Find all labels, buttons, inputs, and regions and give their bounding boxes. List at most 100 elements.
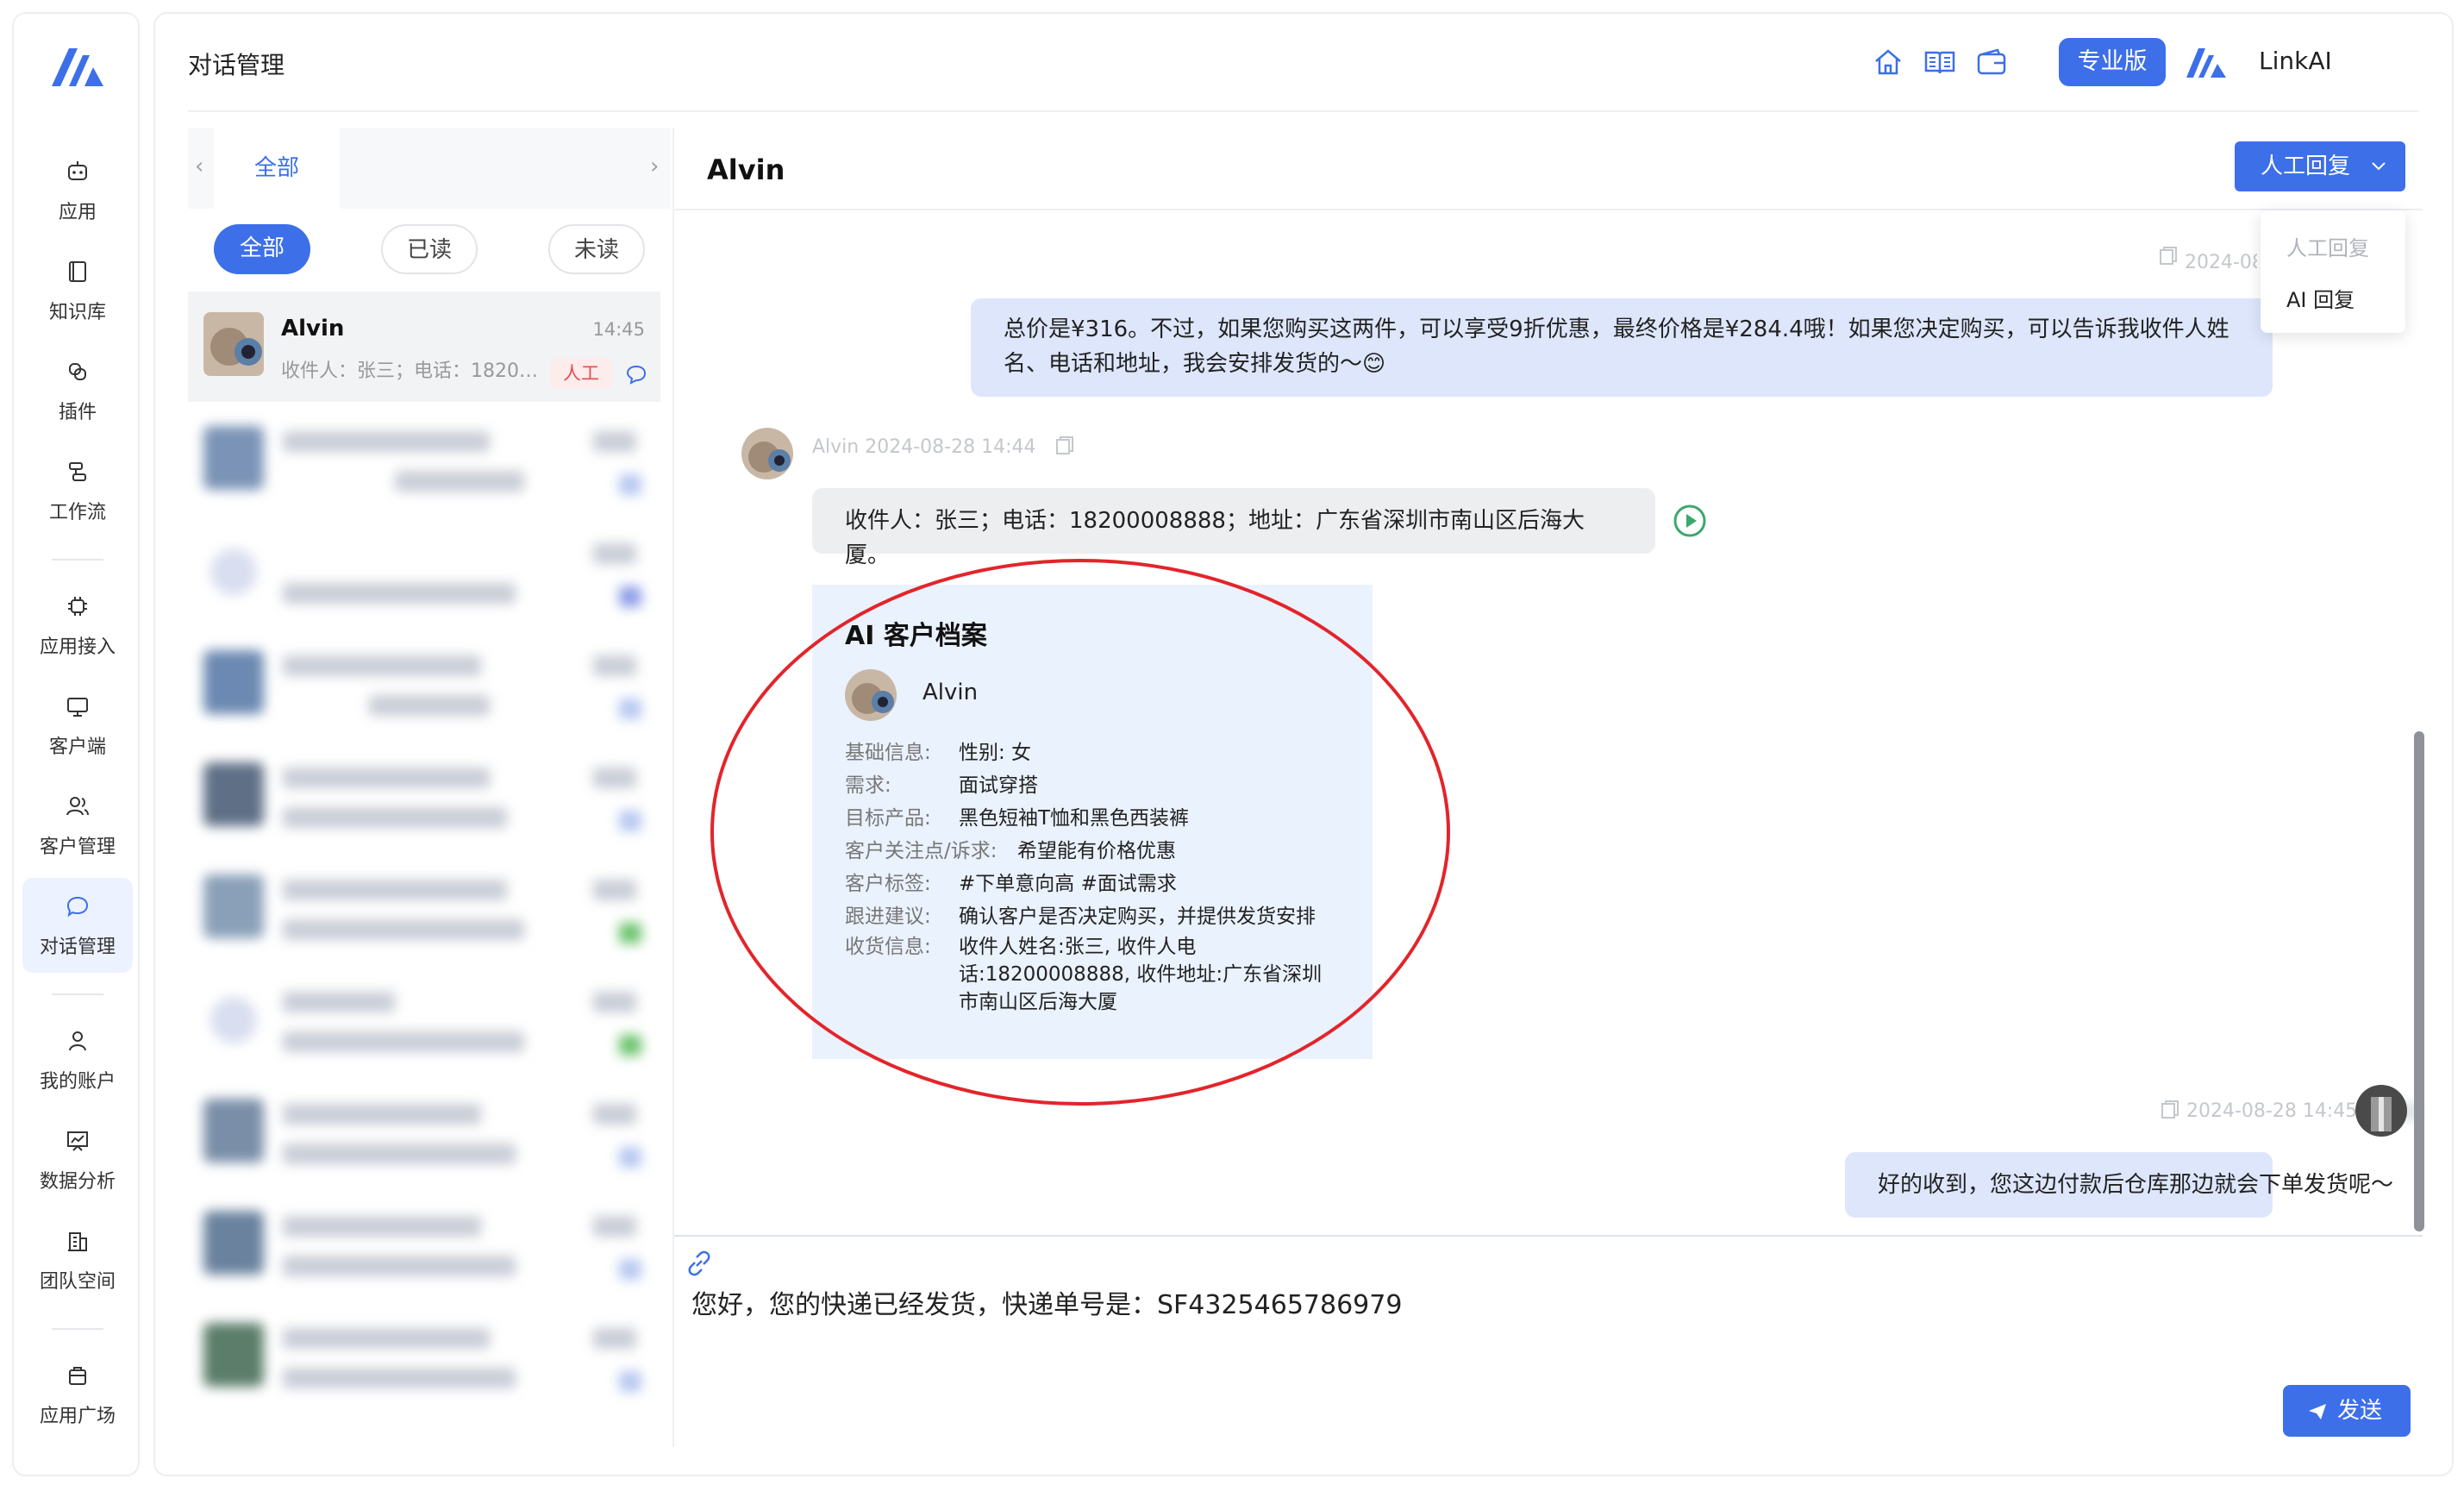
chevron-right-icon[interactable]: › (650, 154, 659, 179)
robot-icon (68, 161, 87, 180)
sidebar-item-analytics[interactable]: 数据分析 (22, 1112, 133, 1207)
copy-icon[interactable] (2159, 1099, 2181, 1121)
sidebar-item-client[interactable]: 客户端 (22, 678, 133, 773)
chat-panel: Alvin 人工回复 人工回复 AI 回复 2024-08-28 14:44 王… (672, 128, 2424, 1447)
list-item[interactable] (188, 1078, 660, 1188)
message-bubble-outgoing: 总价是¥316。不过，如果您购买这两件，可以享受9折优惠，最终价格是¥284.4… (971, 298, 2273, 397)
sidebar-item-label: 应用 (58, 202, 97, 223)
avatar (2355, 1085, 2407, 1137)
docs-icon[interactable] (1923, 45, 1957, 79)
message-meta: 2024-08-28 14:45 (2186, 1100, 2358, 1122)
pro-plan-button[interactable]: 专业版 (2059, 38, 2166, 86)
sidebar-item-customers[interactable]: 客户管理 (22, 778, 133, 873)
annotation-ellipse (710, 559, 1450, 1106)
conversation-name: Alvin (281, 316, 345, 341)
conversation-row-selected[interactable]: Alvin 14:45 收件人：张三；电话：18200008888；地址：广东省… (188, 291, 660, 402)
menu-item-human-reply[interactable]: 人工回复 (2286, 231, 2369, 261)
filter-all-button[interactable]: 全部 (214, 224, 310, 274)
book-icon (69, 261, 86, 282)
users-icon (66, 797, 89, 816)
list-item[interactable] (188, 1190, 660, 1300)
sidebar: 应用 知识库 插件 工作流 应用接入 客户端 客户管理 对话管理 我的账户 数据… (12, 12, 140, 1476)
sidebar-item-label: 知识库 (48, 302, 106, 323)
sidebar-item-label: 数据分析 (39, 1171, 116, 1193)
page-title: 对话管理 (188, 51, 285, 79)
reply-mode-label: 人工回复 (2261, 154, 2351, 179)
conversation-list: ‹ 全部 › 全部 已读 未读 Alvin 14:45 收件人：张三；电话：18… (188, 128, 671, 1447)
home-icon[interactable] (1871, 45, 1905, 79)
chip-icon (68, 597, 87, 616)
sidebar-item-conversations[interactable]: 对话管理 (22, 878, 133, 973)
message-meta: 2024-08-28 14:44 王培 (2185, 252, 2257, 273)
sidebar-item-label: 我的账户 (39, 1071, 116, 1093)
sidebar-item-knowledge[interactable]: 知识库 (22, 243, 133, 338)
brand-name[interactable]: LinkAI (2259, 47, 2332, 75)
sidebar-item-label: 团队空间 (39, 1271, 116, 1293)
sidebar-divider (52, 559, 103, 561)
chat-icon (66, 896, 89, 918)
filter-unread-button[interactable]: 未读 (548, 224, 645, 274)
sidebar-item-label: 工作流 (48, 502, 106, 523)
sidebar-item-label: 插件 (58, 402, 97, 423)
list-item[interactable] (188, 854, 660, 964)
list-item[interactable] (188, 742, 660, 852)
conversation-preview: 收件人：张三；电话：18200008888；地址：广东省深圳市南山区后海大厦。 (281, 360, 548, 382)
message-meta: Alvin 2024-08-28 14:44 (812, 436, 1036, 458)
conversation-time: 14:45 (592, 319, 645, 340)
main-panel: 对话管理 专业版 LinkAI ‹ 全部 › 全部 已读 未读 Alvin 14… (153, 12, 2454, 1476)
avatar (741, 428, 793, 479)
tab-all[interactable]: 全部 (214, 128, 340, 209)
filter-read-button[interactable]: 已读 (381, 224, 478, 274)
reply-mode-menu: 人工回复 AI 回复 (2261, 210, 2405, 333)
chevron-down-icon (2372, 162, 2386, 171)
sidebar-item-label: 客户端 (48, 736, 106, 758)
message-bubble-outgoing: 好的收到，您这边付款后仓库那边就会下单发货呢～ (1845, 1152, 2393, 1218)
list-item[interactable] (188, 630, 660, 740)
send-label: 发送 (2336, 1398, 2382, 1424)
monitor-icon (67, 698, 88, 717)
sidebar-item-apps[interactable]: 应用 (22, 143, 133, 238)
brand-logo-icon (2186, 48, 2226, 78)
sidebar-item-workflow[interactable]: 工作流 (22, 443, 133, 538)
conversation-tabbar: ‹ 全部 › (188, 128, 671, 209)
wallet-icon[interactable] (1974, 45, 2009, 79)
sidebar-item-label: 应用广场 (39, 1406, 116, 1427)
avatar (203, 312, 264, 376)
copy-icon[interactable] (2157, 245, 2179, 267)
send-button[interactable]: 发送 (2283, 1385, 2411, 1437)
reply-mode-dropdown[interactable]: 人工回复 (2235, 141, 2405, 191)
user-icon (69, 1031, 86, 1051)
chat-contact-name: Alvin (707, 154, 785, 186)
list-item[interactable] (188, 1302, 660, 1413)
chat-scrollbar[interactable] (2414, 731, 2424, 1231)
app-logo-icon[interactable] (48, 40, 107, 91)
workflow-icon (69, 462, 86, 481)
chart-icon (67, 1131, 88, 1151)
chat-header-divider (674, 209, 2423, 210)
copy-icon[interactable] (1054, 435, 1076, 457)
plugin-icon (69, 363, 86, 380)
sidebar-item-app-market[interactable]: 应用广场 (22, 1347, 133, 1442)
sidebar-item-plugins[interactable]: 插件 (22, 343, 133, 438)
chevron-left-icon[interactable]: ‹ (195, 154, 203, 179)
message-bubble-incoming: 收件人：张三；电话：18200008888；地址：广东省深圳市南山区后海大厦。 (812, 488, 1655, 568)
send-icon (2309, 1404, 2326, 1419)
play-audio-icon[interactable] (1673, 504, 1707, 538)
message-input[interactable]: 您好，您的快递已经发货，快递单号是：SF4325465786979 (691, 1283, 1402, 1321)
list-item[interactable] (188, 405, 660, 516)
sidebar-item-account[interactable]: 我的账户 (22, 1012, 133, 1107)
sidebar-divider (52, 993, 103, 995)
header-divider (188, 110, 2419, 112)
human-tag-badge: 人工 (550, 359, 612, 388)
input-divider (674, 1235, 2423, 1237)
list-item[interactable] (188, 966, 660, 1076)
sidebar-item-label: 应用接入 (39, 636, 116, 658)
sidebar-divider (52, 1328, 103, 1330)
sidebar-item-label: 对话管理 (39, 937, 116, 958)
attachment-link-icon[interactable] (685, 1249, 714, 1278)
list-item[interactable] (188, 517, 660, 628)
sidebar-item-team[interactable]: 团队空间 (22, 1212, 133, 1307)
bag-icon (69, 1367, 86, 1385)
sidebar-item-app-access[interactable]: 应用接入 (22, 578, 133, 673)
menu-item-ai-reply[interactable]: AI 回复 (2286, 283, 2355, 313)
